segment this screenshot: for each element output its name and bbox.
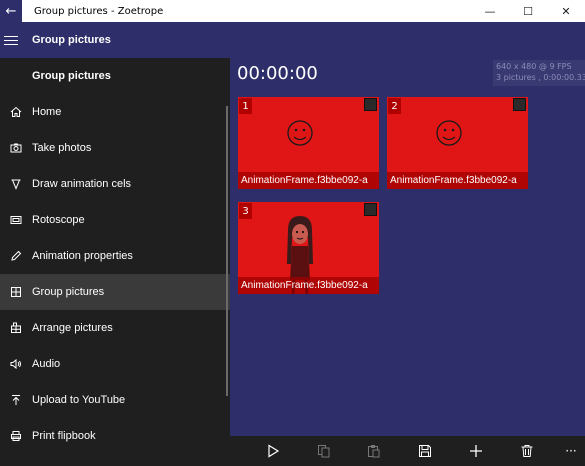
- sidebar-item-label: Rotoscope: [32, 214, 85, 226]
- main-content: 00:00:00 640 x 480 @ 9 FPS 3 pictures , …: [230, 58, 585, 466]
- sidebar-item-group-pictures[interactable]: Group pictures: [0, 274, 230, 310]
- play-icon[interactable]: [265, 443, 281, 459]
- audio-icon: [0, 358, 32, 370]
- picture-caption: AnimationFrame.f3bbe092-a: [387, 172, 528, 189]
- minimize-button[interactable]: —: [471, 0, 509, 22]
- sidebar-item-label: Draw animation cels: [32, 178, 132, 190]
- close-button[interactable]: ✕: [547, 0, 585, 22]
- animation-info-resolution: 640 x 480 @ 9 FPS: [496, 62, 572, 71]
- back-button[interactable]: ←: [0, 0, 22, 22]
- app-header: Group pictures: [0, 22, 585, 58]
- window-controls: — ☐ ✕: [471, 0, 585, 22]
- picture-tile[interactable]: 3 AnimationFrame.f3bbe092-a: [238, 202, 379, 294]
- picture-number: 2: [388, 98, 401, 114]
- picture-caption: AnimationFrame.f3bbe092-a: [238, 172, 379, 189]
- sidebar-item-arrange-pictures[interactable]: Arrange pictures: [0, 310, 230, 346]
- paste-icon[interactable]: [366, 443, 382, 459]
- hamburger-menu-icon[interactable]: [0, 22, 22, 58]
- page-title: Group pictures: [32, 34, 111, 46]
- picture-number: 3: [239, 203, 252, 219]
- copy-icon[interactable]: [316, 443, 332, 459]
- back-arrow-icon: ←: [5, 3, 17, 19]
- grid-icon: [0, 286, 32, 298]
- sidebar-item-animation-properties[interactable]: Animation properties: [0, 238, 230, 274]
- arrange-icon: [0, 322, 32, 334]
- draw-icon: [0, 178, 32, 190]
- picture-number: 1: [239, 98, 252, 114]
- bottom-toolbar: ···: [230, 436, 585, 466]
- sidebar-item-label: Take photos: [32, 142, 92, 154]
- sidebar-heading: Group pictures: [32, 70, 111, 82]
- sidebar-item-home[interactable]: Home: [0, 94, 230, 130]
- sidebar-item-print-flipbook[interactable]: Print flipbook: [0, 418, 230, 454]
- timecode: 00:00:00: [237, 63, 318, 84]
- picture-select-checkbox[interactable]: [364, 98, 377, 111]
- sidebar-scrollbar[interactable]: [226, 106, 228, 396]
- print-icon: [0, 430, 32, 442]
- sidebar-item-label: Group pictures: [32, 286, 105, 298]
- title-bar: ← Group pictures - Zoetrope — ☐ ✕: [0, 0, 585, 22]
- sidebar: Group pictures Home Take photos Draw ani…: [0, 58, 230, 466]
- sidebar-item-label: Upload to YouTube: [32, 394, 126, 406]
- sidebar-item-rotoscope[interactable]: Rotoscope: [0, 202, 230, 238]
- picture-caption: AnimationFrame.f3bbe092-a: [238, 277, 379, 294]
- sidebar-item-label: Animation properties: [32, 250, 133, 262]
- home-icon: [0, 106, 32, 118]
- picture-select-checkbox[interactable]: [513, 98, 526, 111]
- maximize-button[interactable]: ☐: [509, 0, 547, 22]
- pencil-icon: [0, 250, 32, 262]
- window-title: Group pictures - Zoetrope: [34, 5, 164, 17]
- sidebar-item-take-photos[interactable]: Take photos: [0, 130, 230, 166]
- picture-select-checkbox[interactable]: [364, 203, 377, 216]
- upload-icon: [0, 394, 32, 406]
- animation-info-duration: 3 pictures , 0:00:00.333: [496, 73, 585, 82]
- camera-icon: [0, 142, 32, 154]
- sidebar-item-label: Print flipbook: [32, 430, 96, 442]
- sidebar-item-label: Audio: [32, 358, 61, 370]
- sidebar-item-draw-animation-cels[interactable]: Draw animation cels: [0, 166, 230, 202]
- rotoscope-icon: [0, 214, 32, 226]
- more-icon[interactable]: ···: [562, 443, 580, 459]
- sidebar-item-label: Home: [32, 106, 62, 118]
- delete-icon[interactable]: [519, 443, 535, 459]
- save-icon[interactable]: [417, 443, 433, 459]
- sidebar-item-label: Arrange pictures: [32, 322, 113, 334]
- picture-tile[interactable]: 1 AnimationFrame.f3bbe092-a: [238, 97, 379, 189]
- animation-info: 640 x 480 @ 9 FPS 3 pictures , 0:00:00.3…: [493, 60, 585, 86]
- add-icon[interactable]: [468, 443, 484, 459]
- picture-tile[interactable]: 2 AnimationFrame.f3bbe092-a: [387, 97, 528, 189]
- sidebar-item-upload-to-youtube[interactable]: Upload to YouTube: [0, 382, 230, 418]
- sidebar-item-audio[interactable]: Audio: [0, 346, 230, 382]
